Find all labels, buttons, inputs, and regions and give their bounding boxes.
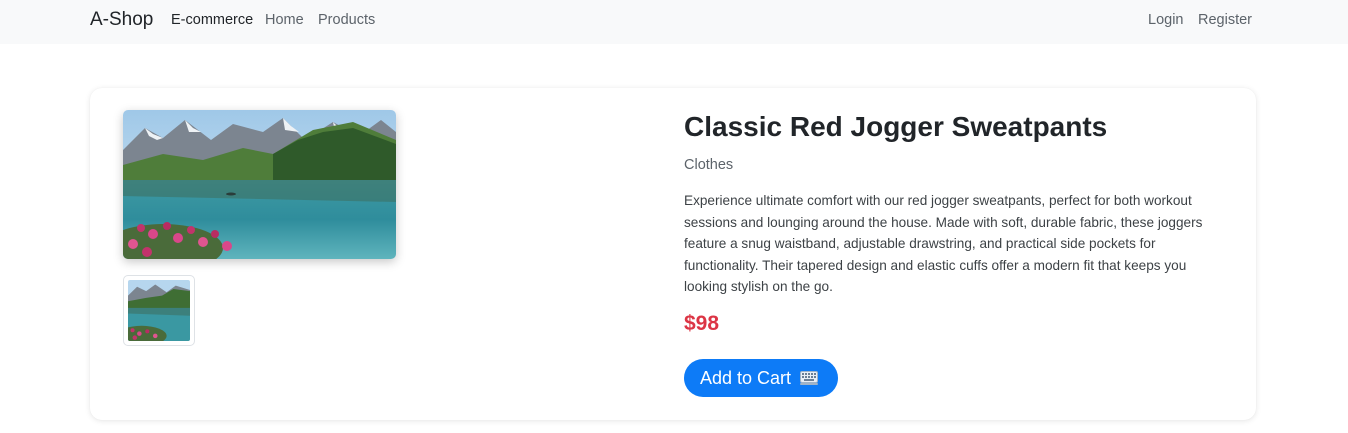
keyboard-icon [800, 371, 818, 385]
product-description: Experience ultimate comfort with our red… [684, 193, 1203, 295]
nav-link-ecommerce[interactable]: E-commerce [171, 12, 253, 28]
add-to-cart-label: Add to Cart [700, 367, 792, 388]
mountain-lake-image [123, 110, 396, 259]
product-category: Clothes [684, 157, 734, 173]
add-to-cart-button[interactable]: Add to Cart [684, 359, 838, 397]
nav-link-products[interactable]: Products [318, 12, 375, 28]
nav-link-register[interactable]: Register [1198, 12, 1252, 28]
top-navbar: A-Shop E-commerce Home Products Login Re… [0, 0, 1348, 44]
product-main-image [123, 110, 396, 259]
nav-link-login[interactable]: Login [1148, 12, 1183, 28]
thumbnail-image [128, 280, 190, 341]
brand-link[interactable]: A-Shop [90, 9, 153, 31]
nav-link-home[interactable]: Home [265, 12, 304, 28]
product-title: Classic Red Jogger Sweatpants [684, 111, 1108, 142]
product-card: Classic Red Jogger Sweatpants Clothes Ex… [90, 88, 1256, 420]
product-price: $98 [684, 312, 720, 335]
product-thumbnail[interactable] [123, 275, 195, 346]
mountain-lake-thumbnail-image [128, 280, 190, 341]
